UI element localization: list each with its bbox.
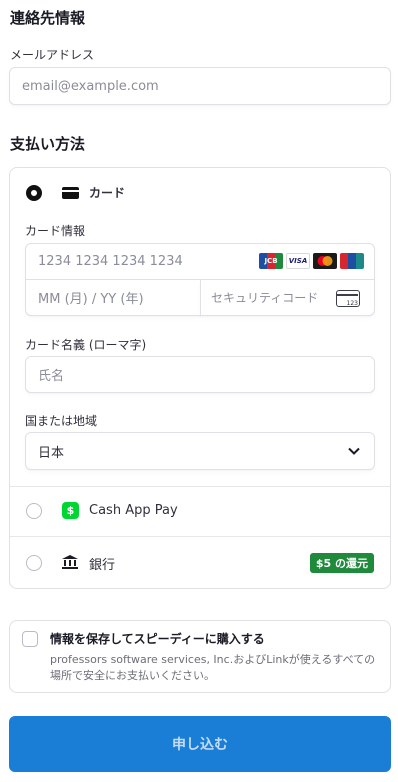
divider <box>10 536 390 537</box>
bank-label: 銀行 <box>89 558 116 573</box>
cashapp-label: Cash App Pay <box>89 503 178 518</box>
bank-reward-badge: $5 の還元 <box>309 553 374 573</box>
expiry-input[interactable]: MM (月) / YY (年) <box>25 279 201 316</box>
email-input[interactable]: email@example.com <box>9 67 391 105</box>
save-info-checkbox[interactable] <box>22 631 38 647</box>
cashapp-icon: $ <box>62 502 79 519</box>
payment-section-title: 支払い方法 <box>10 135 86 153</box>
country-value: 日本 <box>38 445 65 461</box>
cvc-placeholder: セキュリティコード <box>211 291 319 305</box>
name-input[interactable]: 氏名 <box>25 356 375 393</box>
bank-radio[interactable] <box>26 555 42 571</box>
bank-icon <box>62 555 78 569</box>
save-info-description: professors software services, Inc.およびLin… <box>50 653 376 682</box>
email-label: メールアドレス <box>10 48 95 62</box>
visa-icon: VISA <box>286 253 310 269</box>
card-number-input[interactable]: 1234 1234 1234 1234 JCB VISA <box>25 243 375 280</box>
card-option-label: カード <box>89 186 126 200</box>
card-brands: JCB VISA <box>259 253 364 269</box>
jcb-icon: JCB <box>259 253 283 269</box>
mastercard-icon <box>313 253 337 269</box>
card-number-placeholder: 1234 1234 1234 1234 <box>38 254 183 269</box>
country-label: 国または地域 <box>25 414 98 428</box>
contact-section-title: 連絡先情報 <box>10 9 86 27</box>
cvc-input[interactable]: セキュリティコード 123 <box>200 279 375 316</box>
divider <box>10 486 390 487</box>
name-placeholder: 氏名 <box>38 369 65 384</box>
chevron-down-icon <box>348 447 360 455</box>
save-info-title: 情報を保存してスピーディーに購入する <box>50 632 265 646</box>
name-label: カード名義 (ローマ字) <box>25 338 147 352</box>
payment-methods-box: カード カード情報 1234 1234 1234 1234 JCB VISA M… <box>9 167 391 589</box>
cvc-hint: 123 <box>346 300 358 307</box>
save-info-box: 情報を保存してスピーディーに購入する professors software s… <box>9 620 391 693</box>
cashapp-radio[interactable] <box>26 503 42 519</box>
expiry-placeholder: MM (月) / YY (年) <box>38 292 144 307</box>
card-radio[interactable] <box>26 185 42 201</box>
email-placeholder: email@example.com <box>22 78 159 94</box>
submit-button[interactable]: 申し込む <box>9 716 391 772</box>
card-icon <box>62 187 79 199</box>
card-info-label: カード情報 <box>25 224 86 238</box>
country-select[interactable]: 日本 <box>25 432 375 470</box>
unionpay-icon <box>340 253 364 269</box>
cvc-card-icon: 123 <box>336 290 360 307</box>
